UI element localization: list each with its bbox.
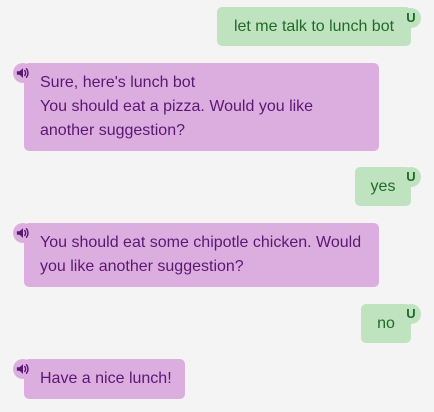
speaker-volume-icon[interactable] [13, 359, 33, 379]
speaker-volume-icon[interactable] [13, 223, 33, 243]
bot-message: Sure, here's lunch bot You should eat a … [24, 63, 379, 151]
user-avatar: U [401, 8, 421, 28]
speaker-volume-icon[interactable] [13, 63, 33, 83]
chat-transcript: let me talk to lunch bot U Sure, here's … [0, 0, 434, 412]
user-message-text: yes [370, 178, 396, 195]
bot-message-line: another suggestion? [40, 122, 185, 139]
user-avatar: U [401, 167, 421, 187]
bot-message: Have a nice lunch! [24, 359, 185, 399]
bot-message-line: You should eat a pizza. Would you like [40, 98, 314, 115]
bot-message-line: Sure, here's lunch bot [40, 74, 196, 91]
bot-message-line: you like another suggestion? [40, 258, 244, 275]
bot-message: You should eat some chipotle chicken. Wo… [24, 223, 379, 287]
bot-message-line: You should eat some chipotle chicken. Wo… [40, 234, 362, 251]
bot-message-line: Have a nice lunch! [40, 370, 172, 387]
user-avatar: U [401, 304, 421, 324]
user-message: let me talk to lunch bot [217, 7, 411, 46]
user-message-text: let me talk to lunch bot [233, 18, 395, 35]
user-message-text: no [377, 315, 395, 332]
